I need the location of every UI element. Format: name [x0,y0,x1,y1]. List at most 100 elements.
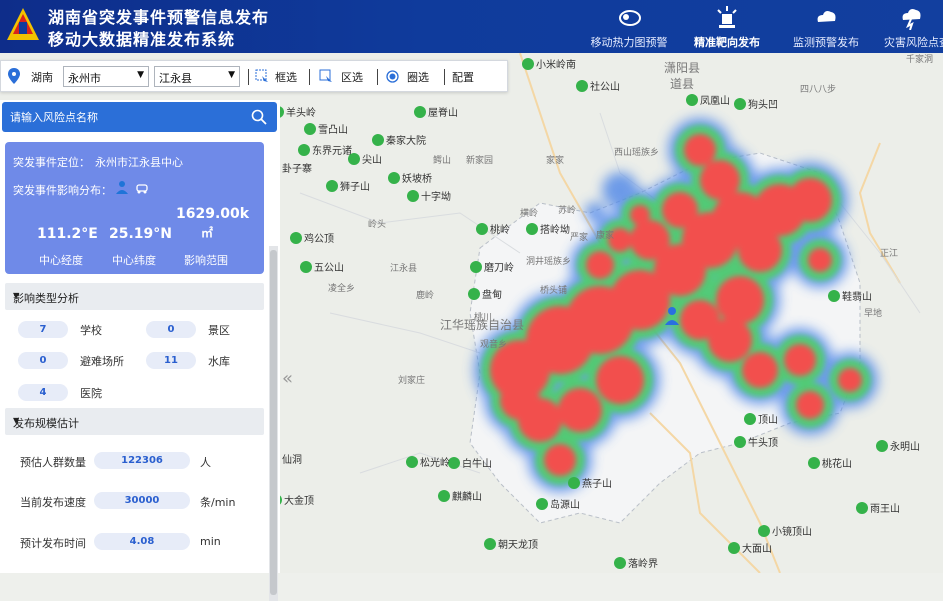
heatmap-blob [796,391,824,419]
map-label-text: 岭头 [368,218,386,230]
map-label: 凌全乡 [328,282,355,294]
nav-heatmap-warning[interactable]: 移动热力图预警 [583,0,675,53]
map-label: 家家 [546,154,564,166]
search-icon[interactable] [251,109,267,125]
map-label-text: 磨刀岭 [484,261,514,274]
map-label-text: 小镜顶山 [772,525,812,538]
map-label: 桥头铺 [540,284,567,296]
map-label: 四八八步 [800,84,836,95]
heatmap-blob [630,220,670,260]
map-label-text: 五公山 [314,262,344,274]
caret-down-icon: ▼ [13,416,20,425]
release-speed-value: 30000 [94,492,190,509]
map-label: 鹿岭 [416,289,434,301]
map-label: 岭头 [368,218,386,230]
mountain-poi-icon [828,290,840,302]
mountain-poi-icon [298,144,310,156]
release-scale-section-header[interactable]: 发布规模估计 ▼ [5,408,264,435]
search-input[interactable]: 请输入风险点名称 [10,109,98,125]
person-icon[interactable] [115,180,129,194]
map-label: 磨刀岭 [470,261,514,274]
heatmap-blob [662,192,698,228]
map-label-text: 观音乡 [480,338,507,350]
map-label-text: 屋脊山 [428,106,458,119]
city-select[interactable]: 永州市 ▼ [63,66,149,87]
estimated-population-unit: 人 [200,456,211,469]
heatmap-blob [784,344,816,376]
map-label: 朝天龙顶 [484,538,538,551]
scrollbar-thumb[interactable] [270,250,277,595]
map-label: 屋脊山 [414,106,458,119]
map-label: 江华瑶族自治县 [440,318,524,332]
county-select[interactable]: 江永县 ▼ [154,66,240,87]
map-label-text: 鹿岭 [416,289,434,301]
map-label: 搭岭坳 [526,223,570,236]
frame-select-button[interactable]: 框选 [275,69,297,85]
mountain-poi-icon [526,223,538,235]
mountain-poi-icon [576,80,588,92]
location-label: 突发事件定位： [13,156,90,169]
heatmap-blob [586,251,614,279]
nav-precise-target[interactable]: 精准靶向发布 [683,0,771,53]
hospital-count: 4 [18,384,68,401]
impact-area-value: 1629.00k [176,206,250,222]
map-label-text: 西山瑶族乡 [614,146,659,158]
radio-selected-icon[interactable] [386,70,399,83]
disaster-risk-icon [902,9,920,30]
impact-type-section-header[interactable]: 影响类型分析 ▼ [5,283,264,310]
map-label: 洞井瑶族乡 [526,255,571,267]
mountain-poi-icon [734,436,746,448]
mountain-poi-icon [438,490,450,502]
mountain-poi-icon [808,457,820,469]
config-button[interactable]: 配置 [452,69,474,85]
map-label-text: 社公山 [590,80,620,93]
app-header: 湖南省突发事件预警信息发布 移动大数据精准发布系统 移动热力图预警 精准靶向发布… [0,0,943,53]
map-label-text: 大金顶 [284,494,314,507]
map-label-text: 潇阳县 [664,61,700,75]
search-bar[interactable]: 请输入风险点名称 [2,102,277,132]
app-title-line1: 湖南省突发事件预警信息发布 [48,8,270,27]
collapse-panel-icon[interactable]: « [282,368,293,389]
nav-monitor-warning[interactable]: 监测预警发布 [783,0,869,53]
nav-label: 移动热力图预警 [590,36,668,49]
map-label: 狮子山 [326,180,370,193]
map-label-text: 尖山 [362,153,382,166]
map-label: 永明山 [876,440,920,453]
map-label: 雨王山 [856,502,900,515]
province-label: 湖南 [31,71,53,84]
map-label-text: 麒麟山 [452,490,482,503]
vehicle-icon[interactable] [135,180,149,194]
mountain-poi-icon [407,190,419,202]
map-label-text: 顶山 [758,414,778,426]
map-label-text: 早地 [864,307,882,319]
nav-label: 精准靶向发布 [694,36,760,49]
map-label-text: 桃花山 [822,457,852,470]
map-label: 五公山 [300,261,344,274]
heatmap-blob [680,300,720,340]
school-label: 学校 [80,324,102,337]
heatmap-blob [742,352,778,388]
map-label: 鳄山 [433,154,451,166]
circle-select-button[interactable]: 圈选 [407,69,429,85]
location-value: 永州市江永县中心 [95,156,183,169]
map-label-text: 永明山 [890,440,920,453]
mountain-poi-icon [300,261,312,273]
panel-scrollbar[interactable] [269,246,278,601]
map-label: 小镜顶山 [758,525,812,538]
map-label: 观音乡 [480,338,507,350]
mountain-poi-icon [614,557,626,569]
map-label-text: 鞋翡山 [842,290,872,303]
map-label-text: 狮子山 [340,180,370,193]
mountain-poi-icon [304,123,316,135]
mountain-poi-icon [568,477,580,489]
heatmap-cloud-icon [619,10,641,26]
region-select-button[interactable]: 区选 [341,69,363,85]
nav-disaster-risk[interactable]: 灾害风险点查 [878,0,943,53]
impact-area-unit: ㎡ [201,226,214,240]
city-select-value: 永州市 [68,72,101,85]
heatmap-blob [596,356,644,404]
map-label-text: 雪凸山 [318,124,348,136]
mountain-poi-icon [476,223,488,235]
map-label-text: 十字坳 [421,190,451,203]
heatmap-blob [716,276,764,324]
